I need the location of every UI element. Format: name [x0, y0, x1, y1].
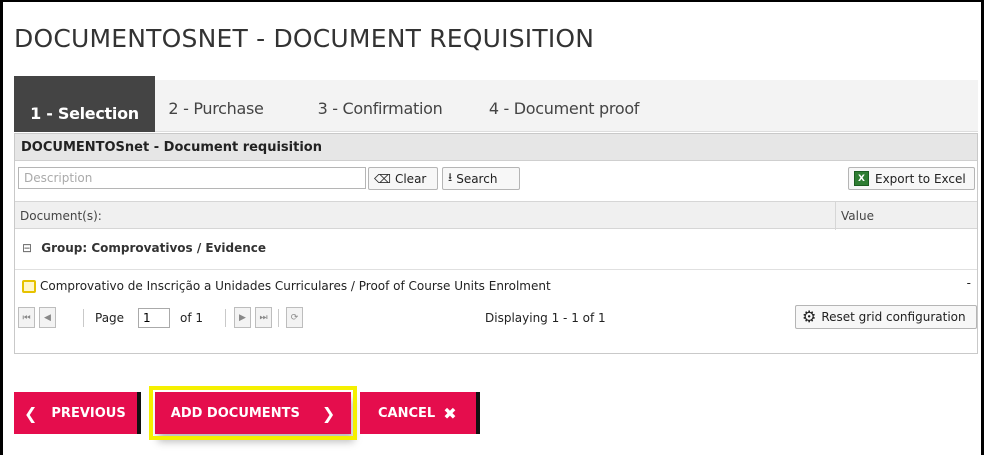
cancel-button-label: CANCEL — [378, 405, 436, 421]
pager-divider — [83, 309, 84, 327]
chevron-right-icon: ❯ — [321, 403, 336, 423]
column-header-document[interactable]: Document(s): — [20, 209, 102, 223]
clear-button-label: Clear — [394, 171, 427, 186]
export-excel-button[interactable]: X Export to Excel — [848, 167, 975, 190]
clear-button[interactable]: ⌫ Clear — [368, 167, 438, 190]
eraser-icon: ⌫ — [374, 171, 391, 186]
document-grid: DOCUMENTOSnet - Document requisition ⌫ C… — [14, 133, 978, 354]
search-button[interactable]: ⭳ Search — [442, 167, 520, 190]
chevron-left-icon: ❮ — [24, 403, 38, 423]
group-label: Group: Comprovativos / Evidence — [41, 241, 267, 255]
previous-button-label: PREVIOUS — [51, 405, 126, 421]
column-header-row: Document(s): Value — [15, 201, 977, 230]
reset-button-label: Reset grid configuration — [821, 310, 966, 324]
row-checkbox[interactable] — [22, 280, 36, 293]
reset-grid-button[interactable]: ⚙ Reset grid configuration — [795, 305, 977, 329]
pager-divider — [225, 309, 226, 327]
table-row[interactable]: Comprovativo de Inscrição a Unidades Cur… — [15, 269, 977, 297]
document-value: - — [966, 276, 971, 290]
collapse-icon[interactable]: ⊟ — [22, 241, 32, 255]
pager-divider — [278, 309, 279, 327]
export-button-label: Export to Excel — [875, 171, 966, 186]
close-icon: ✖ — [443, 403, 457, 423]
group-row[interactable]: ⊟ Group: Comprovativos / Evidence — [15, 241, 977, 263]
add-documents-button[interactable]: ADD DOCUMENTS ❯ — [149, 386, 357, 440]
add-button-label: ADD DOCUMENTS — [170, 405, 300, 421]
document-name: Comprovativo de Inscrição a Unidades Cur… — [40, 279, 551, 293]
grid-title: DOCUMENTOSnet - Document requisition — [15, 134, 977, 161]
pagination-bar: ⏮ ◀ Page of 1 ▶ ⏭ ⟳ Displaying 1 - 1 of … — [15, 302, 977, 334]
download-icon: ⭳ — [448, 170, 453, 184]
cancel-button[interactable]: CANCEL ✖ — [360, 392, 480, 434]
wizard-tabs: 1 - Selection 2 - Purchase 3 - Confirmat… — [14, 76, 978, 132]
last-page-icon[interactable]: ⏭ — [255, 307, 272, 328]
description-search-input[interactable] — [18, 167, 366, 189]
page-label: Page — [95, 311, 125, 325]
page-title: DOCUMENTOSNET - DOCUMENT REQUISITION — [14, 24, 595, 53]
first-page-icon[interactable]: ⏮ — [18, 307, 35, 328]
tab-purchase[interactable]: 2 - Purchase — [166, 80, 266, 132]
next-page-icon[interactable]: ▶ — [234, 307, 251, 328]
gear-icon: ⚙ — [802, 307, 817, 326]
tab-selection[interactable]: 1 - Selection — [14, 76, 155, 132]
page-count-label: of 1 — [180, 311, 204, 325]
excel-icon: X — [854, 171, 869, 186]
previous-button[interactable]: ❮ PREVIOUS — [14, 392, 141, 434]
prev-page-icon[interactable]: ◀ — [39, 307, 56, 328]
grid-toolbar: ⌫ Clear ⭳ Search X Export to Excel — [15, 162, 977, 194]
column-divider — [835, 202, 836, 230]
search-button-label: Search — [456, 171, 498, 186]
display-count: Displaying 1 - 1 of 1 — [485, 311, 606, 325]
refresh-icon[interactable]: ⟳ — [286, 307, 303, 328]
page-number-input[interactable] — [138, 308, 170, 328]
tab-confirmation[interactable]: 3 - Confirmation — [310, 80, 450, 132]
tab-document-proof[interactable]: 4 - Document proof — [484, 80, 644, 132]
column-header-value[interactable]: Value — [841, 209, 874, 223]
